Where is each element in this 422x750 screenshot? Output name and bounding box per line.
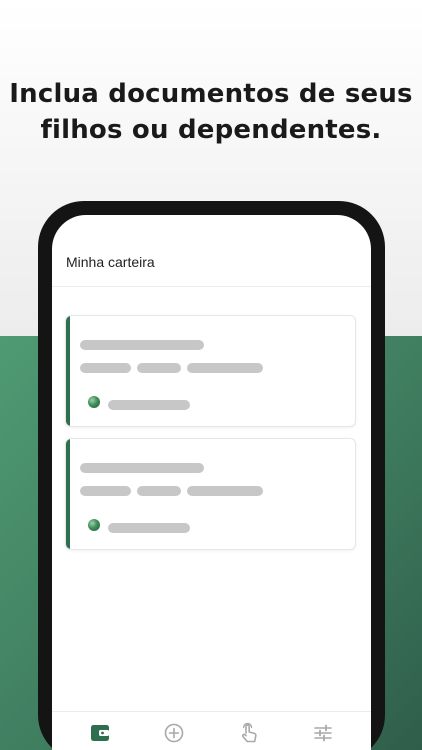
nav-add-button[interactable] <box>163 722 185 744</box>
card-accent-bar <box>66 439 70 549</box>
wallet-icon <box>91 725 109 741</box>
page-title: Minha carteira <box>66 254 155 270</box>
placeholder-bar <box>80 463 204 473</box>
phone-screen: Minha carteira <box>52 215 371 750</box>
promo-headline: Inclua documentos de seus filhos ou depe… <box>0 76 422 148</box>
card-accent-bar <box>66 316 70 426</box>
placeholder-bar <box>80 340 204 350</box>
nav-wallet-button[interactable] <box>89 722 111 744</box>
placeholder-bar <box>187 363 263 373</box>
nav-touch-button[interactable] <box>238 722 260 744</box>
document-card-placeholder[interactable] <box>65 438 356 550</box>
touch-icon <box>241 722 257 743</box>
placeholder-bar <box>187 486 263 496</box>
nav-settings-button[interactable] <box>312 722 334 744</box>
placeholder-bar <box>137 363 181 373</box>
placeholder-bar <box>137 486 181 496</box>
document-card-placeholder[interactable] <box>65 315 356 427</box>
placeholder-bar <box>80 486 131 496</box>
globe-icon <box>88 396 100 408</box>
placeholder-bar <box>108 400 190 410</box>
headline-line-2: filhos ou dependentes. <box>40 115 382 145</box>
sliders-icon <box>314 724 332 742</box>
placeholder-bar <box>108 523 190 533</box>
app-bar: Minha carteira <box>52 215 371 287</box>
bottom-navigation <box>52 711 371 750</box>
headline-line-1: Inclua documentos de seus <box>9 79 413 109</box>
placeholder-bar <box>80 363 131 373</box>
globe-icon <box>88 519 100 531</box>
add-circle-icon <box>164 723 184 743</box>
